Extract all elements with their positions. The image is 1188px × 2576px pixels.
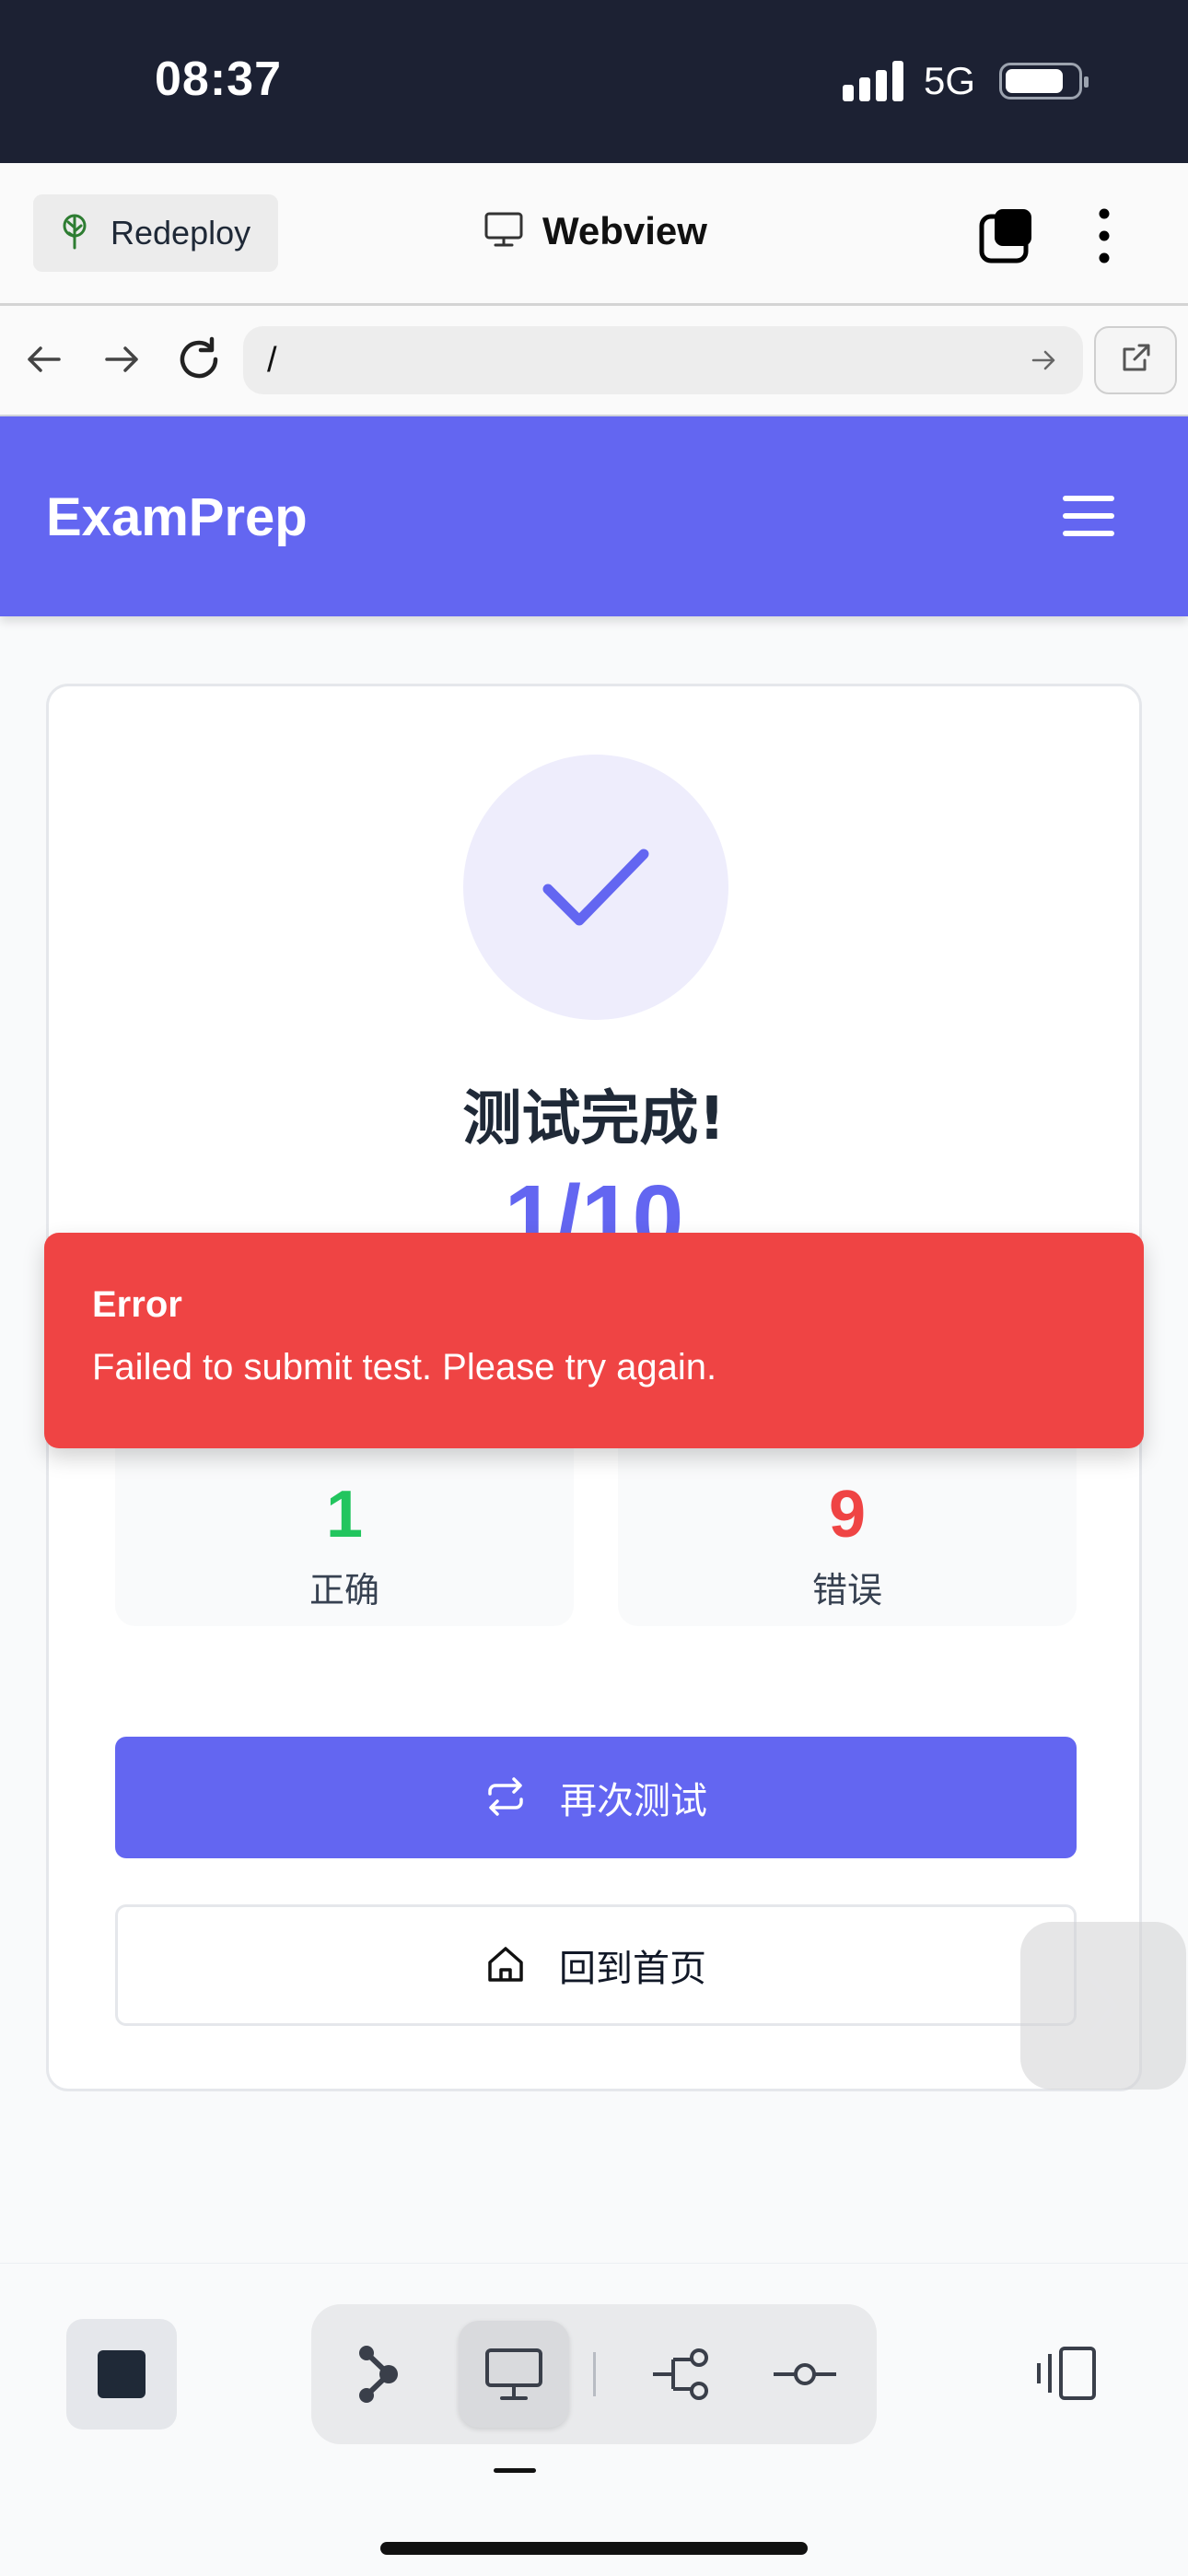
url-input[interactable] xyxy=(243,326,1083,394)
home-icon xyxy=(485,1944,526,1987)
graph-icon[interactable] xyxy=(324,2321,435,2428)
panel-icon[interactable] xyxy=(1031,2345,1098,2406)
toast-title: Error xyxy=(92,1284,182,1325)
arrow-right-icon[interactable] xyxy=(96,334,147,385)
signal-icon xyxy=(843,61,905,101)
stop-icon xyxy=(98,2350,146,2398)
bottom-toolbar xyxy=(0,2263,1188,2576)
wrong-count: 9 xyxy=(828,1478,867,1551)
retry-button[interactable]: 再次测试 xyxy=(115,1737,1077,1858)
home-label: 回到首页 xyxy=(559,1948,706,1990)
home-indicator xyxy=(380,2542,808,2555)
status-time: 08:37 xyxy=(155,53,282,106)
webview-header: Redeploy Webview xyxy=(0,163,1188,306)
stop-button[interactable] xyxy=(66,2319,177,2430)
webview-title-label: Webview xyxy=(542,209,707,252)
reload-icon[interactable] xyxy=(173,334,225,385)
error-toast[interactable]: Error Failed to submit test. Please try … xyxy=(44,1233,1144,1448)
brand-logo[interactable]: ExamPrep xyxy=(46,486,308,548)
active-indicator xyxy=(494,2468,536,2473)
correct-count: 1 xyxy=(325,1478,364,1551)
toast-message: Failed to submit test. Please try again. xyxy=(92,1347,717,1388)
floating-drawer-handle[interactable] xyxy=(1020,1922,1186,2090)
open-external-button[interactable] xyxy=(1094,326,1177,394)
commit-icon[interactable] xyxy=(750,2321,860,2428)
kebab-icon[interactable] xyxy=(1090,205,1118,266)
battery-icon xyxy=(999,63,1089,100)
redeploy-button[interactable]: Redeploy xyxy=(33,194,278,272)
home-button[interactable]: 回到首页 xyxy=(115,1904,1077,2026)
webview-title: Webview xyxy=(483,209,707,253)
chevron-right-icon xyxy=(1089,1976,1117,2035)
app-navbar: ExamPrep xyxy=(0,416,1188,616)
view-switcher xyxy=(311,2304,877,2444)
tabs-icon[interactable] xyxy=(978,207,1035,264)
flow-icon[interactable] xyxy=(626,2321,737,2428)
toolbar-divider xyxy=(593,2352,596,2396)
success-badge xyxy=(463,755,728,1020)
monitor-icon xyxy=(483,211,524,252)
arrow-left-icon[interactable] xyxy=(18,334,70,385)
wrong-label: 错误 xyxy=(811,1570,882,1610)
tree-icon xyxy=(59,213,90,254)
status-bar: 08:37 5G xyxy=(0,0,1188,163)
go-arrow-icon[interactable] xyxy=(1030,346,1057,374)
repeat-icon xyxy=(484,1775,527,1821)
external-link-icon xyxy=(1119,342,1152,380)
monitor-icon[interactable] xyxy=(459,2321,569,2428)
redeploy-label: Redeploy xyxy=(111,214,251,252)
url-bar xyxy=(0,306,1188,416)
network-label: 5G xyxy=(924,59,976,102)
check-icon xyxy=(542,849,649,926)
correct-label: 正确 xyxy=(309,1570,379,1610)
hamburger-icon[interactable] xyxy=(1063,496,1114,536)
result-title: 测试完成! xyxy=(462,1085,726,1153)
retry-label: 再次测试 xyxy=(560,1780,707,1822)
